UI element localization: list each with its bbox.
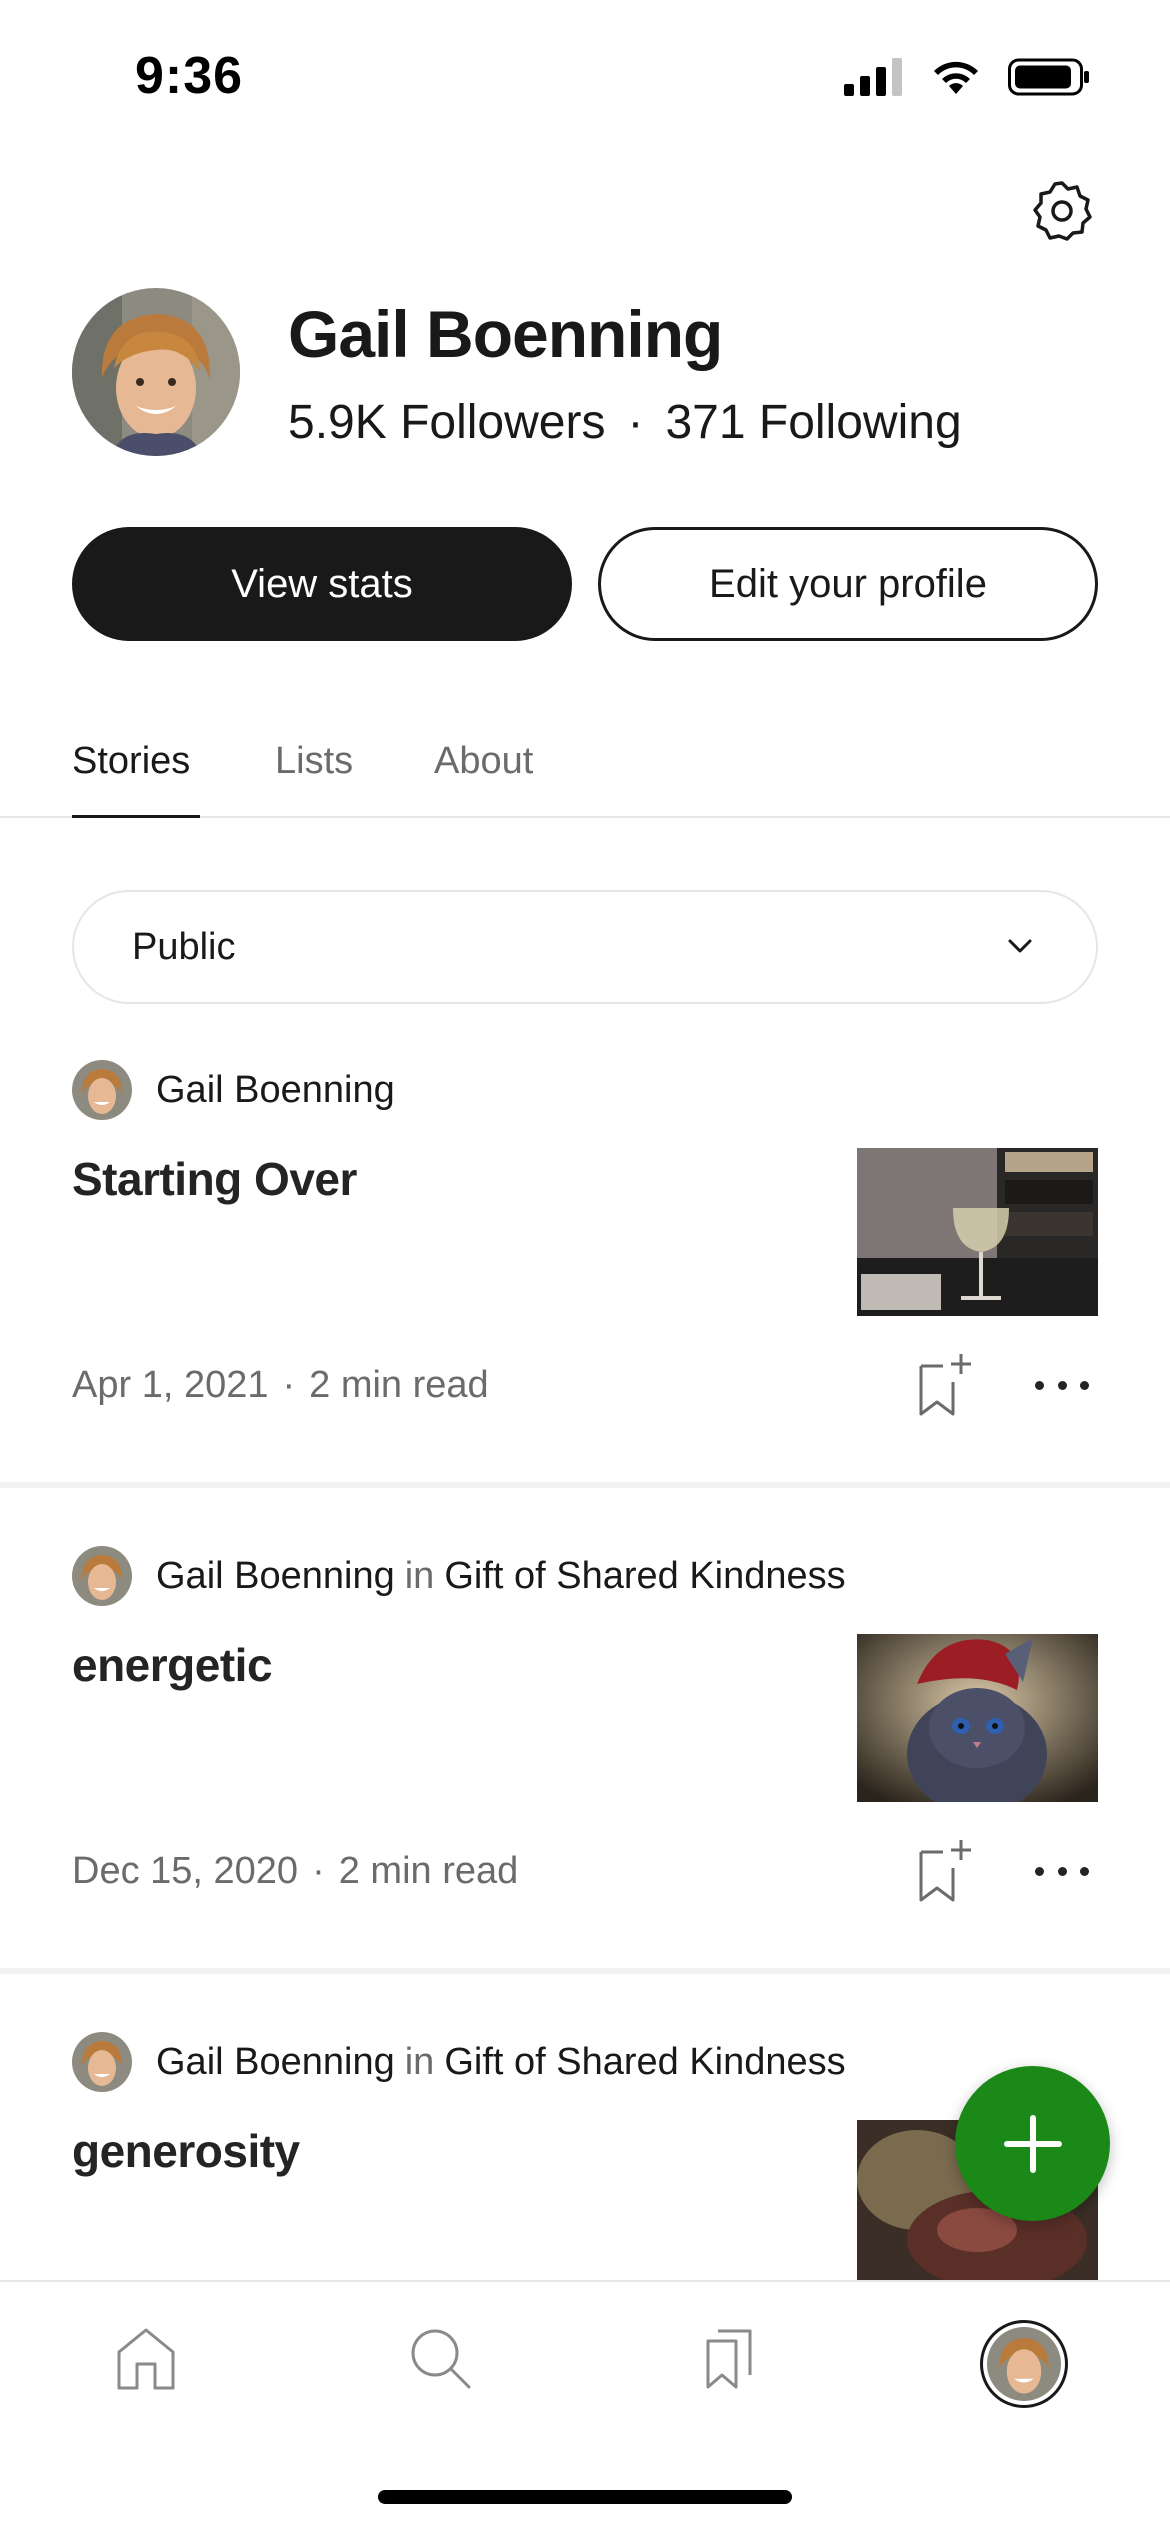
settings-button[interactable] bbox=[1027, 176, 1097, 246]
chevron-down-icon bbox=[1008, 939, 1032, 953]
profile-avatar-small bbox=[987, 2327, 1061, 2401]
story-publication[interactable]: Gift of Shared Kindness bbox=[444, 1555, 845, 1598]
story-author-row: Gail Boenning bbox=[72, 1060, 395, 1120]
follow-separator: · bbox=[627, 396, 644, 449]
nav-profile[interactable] bbox=[980, 2320, 1068, 2408]
story-title[interactable]: Starting Over bbox=[72, 1152, 357, 1206]
filter-selected-value: Public bbox=[132, 925, 236, 968]
nav-home[interactable] bbox=[106, 2318, 186, 2398]
status-time: 9:36 bbox=[135, 47, 244, 105]
story-author-name[interactable]: Gail Boenning bbox=[156, 1555, 395, 1598]
meta-separator: · bbox=[282, 1364, 296, 1406]
story-thumbnail[interactable] bbox=[857, 1148, 1098, 1316]
meta-separator: · bbox=[312, 1850, 325, 1892]
gear-icon bbox=[1033, 181, 1092, 241]
status-icons bbox=[844, 58, 1090, 96]
story-divider bbox=[0, 1968, 1170, 1974]
author-avatar[interactable] bbox=[72, 2032, 132, 2092]
in-word: in bbox=[404, 1554, 435, 1597]
view-stats-button[interactable]: View stats bbox=[72, 527, 572, 641]
author-avatar[interactable] bbox=[72, 1546, 132, 1606]
dot bbox=[1080, 1866, 1089, 1876]
bookmark-add-button[interactable] bbox=[915, 1352, 975, 1418]
story-meta: Dec 15, 2020 · 2 min read bbox=[72, 1850, 518, 1893]
profile-name: Gail Boenning bbox=[288, 297, 723, 371]
tab-about[interactable]: About bbox=[434, 740, 533, 818]
story-read-time: 2 min read bbox=[338, 1850, 519, 1892]
nav-search[interactable] bbox=[400, 2318, 480, 2398]
battery-icon bbox=[1008, 58, 1089, 96]
nav-bookmarks[interactable] bbox=[692, 2318, 772, 2398]
following-count[interactable]: 371 Following bbox=[665, 395, 961, 450]
story-author-row: Gail Boenning in Gift of Shared Kindness bbox=[72, 2032, 846, 2092]
dot bbox=[1057, 1380, 1067, 1390]
story-title[interactable]: energetic bbox=[72, 1638, 273, 1692]
dot bbox=[1080, 1380, 1089, 1390]
plus-icon bbox=[1003, 2114, 1062, 2173]
story-publication[interactable]: Gift of Shared Kindness bbox=[444, 2041, 845, 2084]
home-icon bbox=[117, 2328, 175, 2390]
story-divider bbox=[0, 1482, 1170, 1488]
dot bbox=[1035, 1380, 1044, 1390]
wifi-icon bbox=[934, 61, 978, 94]
more-options-button[interactable] bbox=[1035, 1370, 1089, 1400]
visibility-filter-select[interactable]: Public bbox=[72, 890, 1098, 1004]
dot bbox=[1035, 1866, 1044, 1876]
author-avatar[interactable] bbox=[72, 1060, 132, 1120]
story-item[interactable]: Gail Boenning Starting Over Apr 1, 2021 … bbox=[0, 1060, 1170, 1485]
status-bar: 9:36 bbox=[0, 0, 1170, 150]
story-read-time: 2 min read bbox=[309, 1364, 489, 1406]
new-story-button[interactable] bbox=[955, 2066, 1110, 2221]
bookmark-add-icon bbox=[919, 1354, 971, 1416]
story-author-name[interactable]: Gail Boenning bbox=[156, 2041, 395, 2084]
profile-avatar[interactable] bbox=[72, 288, 240, 456]
bookmark-add-button[interactable] bbox=[915, 1838, 975, 1904]
in-word: in bbox=[404, 2040, 435, 2083]
home-indicator bbox=[378, 2490, 792, 2504]
story-author-row: Gail Boenning in Gift of Shared Kindness bbox=[72, 1546, 846, 1606]
edit-profile-button[interactable]: Edit your profile bbox=[598, 527, 1098, 641]
tab-stories[interactable]: Stories bbox=[72, 740, 200, 818]
story-author-name[interactable]: Gail Boenning bbox=[156, 1069, 395, 1112]
story-date: Dec 15, 2020 bbox=[72, 1850, 299, 1892]
followers-count[interactable]: 5.9K Followers bbox=[288, 395, 605, 450]
profile-tabs: Stories Lists About bbox=[0, 740, 1170, 818]
story-thumbnail[interactable] bbox=[857, 1634, 1098, 1802]
story-title[interactable]: generosity bbox=[72, 2124, 300, 2178]
story-date: Apr 1, 2021 bbox=[72, 1364, 269, 1406]
bookmark-add-icon bbox=[919, 1840, 971, 1902]
dot bbox=[1057, 1866, 1067, 1876]
story-item[interactable]: Gail Boenning in Gift of Shared Kindness… bbox=[0, 1546, 1170, 1971]
story-meta: Apr 1, 2021 · 2 min read bbox=[72, 1364, 489, 1407]
tab-lists[interactable]: Lists bbox=[275, 740, 353, 818]
search-icon bbox=[411, 2329, 471, 2389]
more-options-button[interactable] bbox=[1035, 1856, 1089, 1886]
bookmarks-icon bbox=[706, 2329, 752, 2389]
follow-stats: 5.9K Followers · 371 Following bbox=[288, 395, 962, 450]
cellular-signal-icon bbox=[844, 58, 902, 96]
